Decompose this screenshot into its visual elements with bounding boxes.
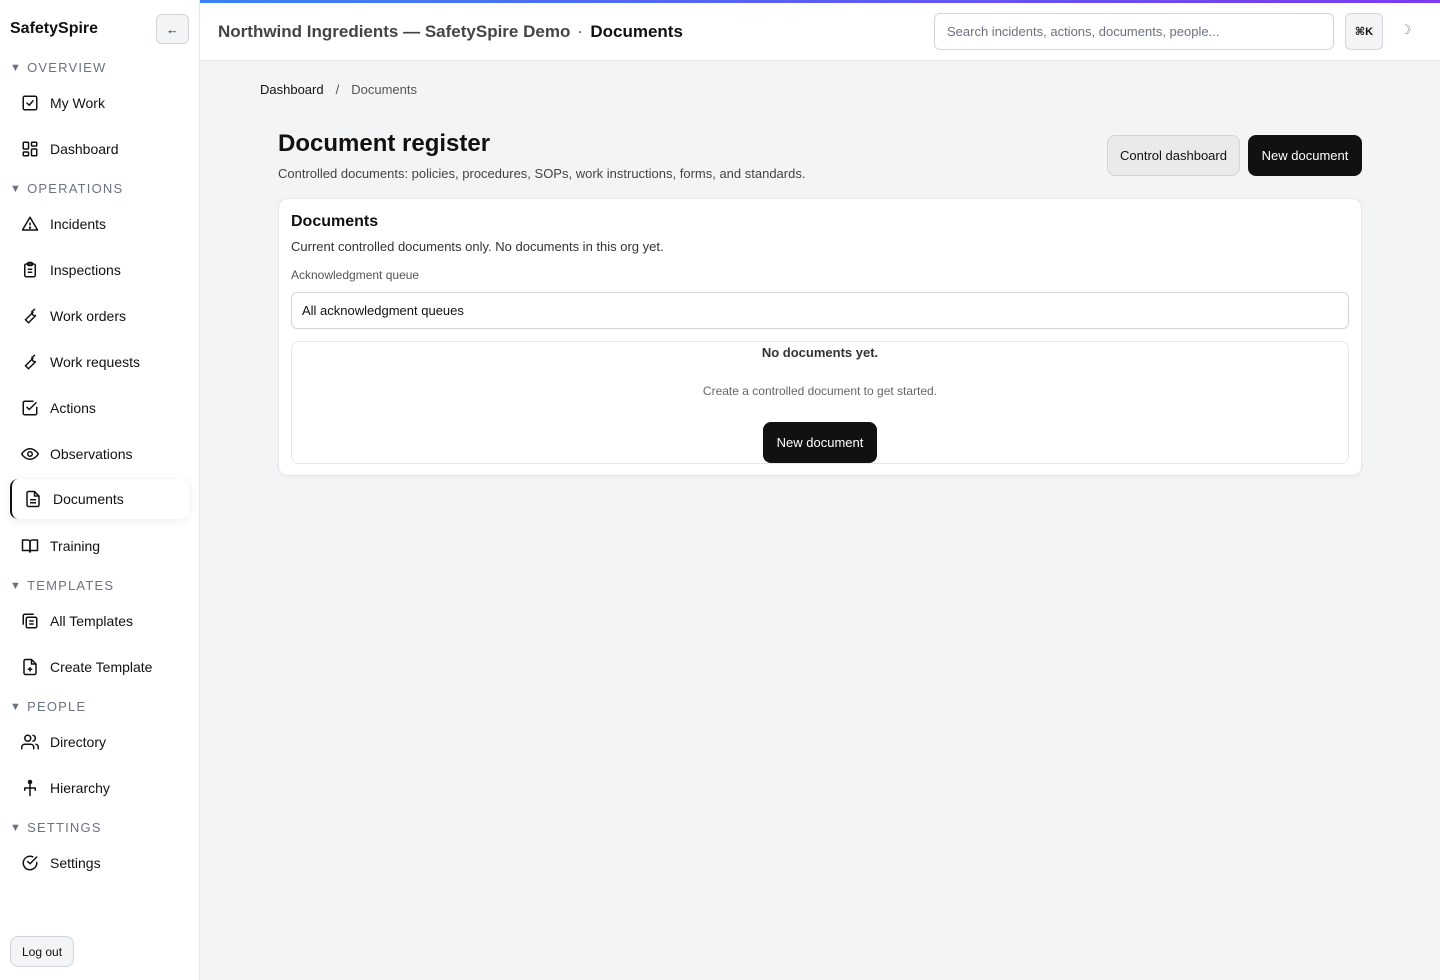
- topbar: Northwind Ingredients — SafetySpire Demo…: [200, 0, 1440, 61]
- warning-triangle-icon: [20, 214, 40, 234]
- sidebar-item-label: My Work: [50, 95, 105, 111]
- empty-state: No documents yet. Create a controlled do…: [291, 341, 1349, 464]
- page-title: Document register: [278, 130, 491, 157]
- sidebar-item-hierarchy[interactable]: Hierarchy: [10, 768, 189, 808]
- sidebar-item-directory[interactable]: Directory: [10, 722, 189, 762]
- sidebar-item-inspections[interactable]: Inspections: [10, 250, 189, 290]
- wrench-icon: [20, 306, 40, 326]
- sidebar-item-incidents[interactable]: Incidents: [10, 204, 189, 244]
- hierarchy-icon: [20, 778, 40, 798]
- sidebar-item-label: Work requests: [50, 354, 140, 370]
- sidebar-item-all-templates[interactable]: All Templates: [10, 601, 189, 641]
- sidebar-item-label: Inspections: [50, 262, 121, 278]
- accent-bar: [200, 0, 1440, 3]
- sidebar-item-label: Training: [50, 538, 101, 554]
- clipboard-icon: [20, 260, 40, 280]
- sidebar-item-my-work[interactable]: My Work: [10, 83, 189, 123]
- breadcrumb: Dashboard / Documents: [260, 82, 417, 97]
- check-square-icon: [20, 398, 40, 418]
- sidebar-item-documents[interactable]: Documents: [10, 479, 189, 519]
- sidebar-item-training[interactable]: Training: [10, 526, 189, 566]
- empty-state-subtitle: Create a controlled document to get star…: [702, 384, 938, 398]
- org-title: Northwind Ingredients — SafetySpire Demo: [218, 22, 571, 41]
- chevron-down-icon: ▼: [10, 700, 23, 713]
- logout-button[interactable]: Log out: [10, 936, 75, 967]
- sidebar-item-actions[interactable]: Actions: [10, 388, 189, 428]
- chevron-down-icon: ▼: [10, 182, 23, 195]
- page-header-title: Northwind Ingredients — SafetySpire Demo…: [218, 22, 683, 42]
- book-icon: [20, 536, 40, 556]
- wrench-icon: [20, 352, 40, 372]
- sidebar-item-label: Documents: [53, 491, 124, 507]
- stack-icon: [20, 611, 40, 631]
- sidebar-item-label: Settings: [50, 855, 101, 871]
- breadcrumb-separator: /: [335, 82, 340, 97]
- empty-state-new-document-button[interactable]: New document: [763, 422, 877, 463]
- sidebar-item-label: Directory: [50, 734, 107, 750]
- section-operations[interactable]: ▼ OPERATIONS: [10, 181, 123, 196]
- acknowledgment-queue-select[interactable]: All acknowledgment queues: [291, 292, 1349, 329]
- title-separator: ·: [578, 25, 583, 39]
- documents-card: Documents Current controlled documents o…: [278, 198, 1362, 476]
- chevron-down-icon: ▼: [10, 579, 23, 592]
- chevron-down-icon: ▼: [10, 821, 23, 834]
- new-document-button[interactable]: New document: [1248, 135, 1362, 176]
- breadcrumb-current: Documents: [351, 82, 417, 97]
- sidebar-item-label: Observations: [50, 446, 133, 462]
- sidebar-item-label: Create Template: [50, 659, 153, 675]
- document-icon: [23, 489, 43, 509]
- command-palette-button[interactable]: ⌘K: [1345, 13, 1383, 50]
- breadcrumb-dashboard-link[interactable]: Dashboard: [260, 82, 324, 97]
- sidebar-item-label: Actions: [50, 400, 96, 416]
- chevron-down-icon: ▼: [10, 61, 23, 74]
- section-settings[interactable]: ▼ SETTINGS: [10, 820, 102, 835]
- sidebar-item-dashboard[interactable]: Dashboard: [10, 129, 189, 169]
- card-description: Current controlled documents only. No do…: [291, 239, 664, 254]
- theme-toggle-icon[interactable]: ☽: [1400, 22, 1412, 38]
- check-circle-icon: [20, 853, 40, 873]
- sidebar-item-observations[interactable]: Observations: [10, 434, 189, 474]
- empty-state-title: No documents yet.: [761, 345, 879, 360]
- collapse-sidebar-button[interactable]: ←: [156, 14, 189, 44]
- page-subtitle: Controlled documents: policies, procedur…: [278, 166, 806, 181]
- acknowledgment-queue-label: Acknowledgment queue: [291, 268, 420, 282]
- users-icon: [20, 732, 40, 752]
- sidebar-item-create-template[interactable]: Create Template: [10, 647, 189, 687]
- control-dashboard-button[interactable]: Control dashboard: [1107, 135, 1240, 176]
- sidebar-item-label: Incidents: [50, 216, 107, 232]
- section-people[interactable]: ▼ PEOPLE: [10, 699, 86, 714]
- sidebar-item-work-requests[interactable]: Work requests: [10, 342, 189, 382]
- sidebar: SafetySpire ← ▼ OVERVIEW My Work Dashboar…: [0, 0, 200, 980]
- sidebar-item-label: Work orders: [50, 308, 126, 324]
- check-square-icon: [20, 93, 40, 113]
- grid-icon: [20, 139, 40, 159]
- section-overview[interactable]: ▼ OVERVIEW: [10, 60, 107, 75]
- card-title: Documents: [291, 213, 379, 230]
- sidebar-item-settings[interactable]: Settings: [10, 843, 189, 883]
- global-search-input[interactable]: Search incidents, actions, documents, pe…: [934, 13, 1334, 50]
- brand-logo: SafetySpire: [10, 20, 99, 37]
- section-templates[interactable]: ▼ TEMPLATES: [10, 578, 114, 593]
- sidebar-item-work-orders[interactable]: Work orders: [10, 296, 189, 336]
- sidebar-item-label: Hierarchy: [50, 780, 110, 796]
- file-plus-icon: [20, 657, 40, 677]
- eye-icon: [20, 444, 40, 464]
- sidebar-item-label: All Templates: [50, 613, 134, 629]
- sidebar-item-label: Dashboard: [50, 141, 119, 157]
- current-page-title: Documents: [590, 22, 683, 41]
